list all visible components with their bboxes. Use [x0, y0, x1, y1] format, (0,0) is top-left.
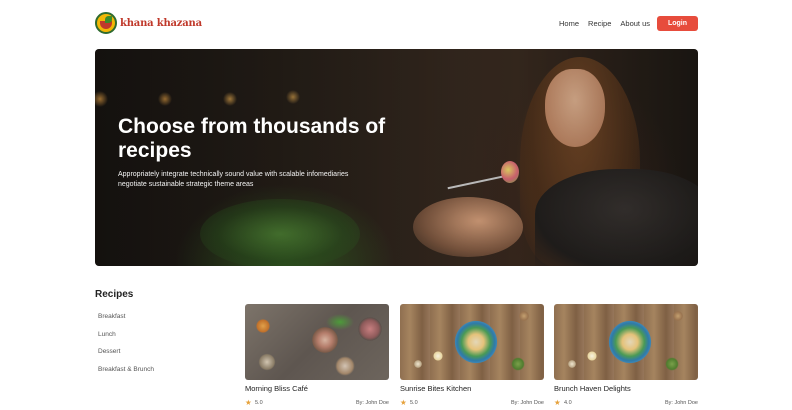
main-nav: Home Recipe About us	[559, 19, 650, 28]
category-breakfast-brunch[interactable]: Breakfast & Brunch	[95, 366, 225, 384]
recipe-card-author: By: John Doe	[355, 399, 389, 406]
sidebar-title: Recipes	[95, 289, 134, 300]
logo[interactable]: khana khazana	[95, 12, 202, 34]
nav-recipe-link[interactable]: Recipe	[588, 19, 611, 28]
logo-icon	[95, 12, 117, 34]
recipe-card-title[interactable]: Brunch Haven Delights	[554, 384, 631, 393]
hero-subtitle: Appropriately integrate technically soun…	[118, 171, 349, 188]
recipe-card[interactable]: Sunrise Bites Kitchen ★ 5.0 By: John Doe	[400, 304, 544, 407]
nav-home-link[interactable]: Home	[559, 19, 579, 28]
site-header: khana khazana Home Recipe About us Login	[0, 0, 792, 46]
category-lunch[interactable]: Lunch	[95, 331, 225, 349]
star-icon: ★	[400, 398, 407, 407]
star-icon: ★	[245, 398, 252, 407]
recipe-card-image[interactable]	[245, 304, 389, 380]
recipe-card-author: By: John Doe	[510, 399, 544, 406]
recipe-card-rating: 5.0	[410, 399, 418, 406]
recipe-card-rating: 5.0	[255, 399, 263, 406]
recipe-card-title[interactable]: Sunrise Bites Kitchen	[400, 384, 471, 393]
recipe-card-image[interactable]	[554, 304, 698, 380]
category-dessert[interactable]: Dessert	[95, 348, 225, 366]
hero-title: Choose from thousands of recipes	[118, 115, 386, 162]
recipe-card[interactable]: Brunch Haven Delights ★ 4.0 By: John Doe	[554, 304, 698, 407]
recipe-card-title[interactable]: Morning Bliss Café	[245, 384, 308, 393]
recipe-card-rating: 4.0	[564, 399, 572, 406]
recipe-card-image[interactable]	[400, 304, 544, 380]
nav-about-link[interactable]: About us	[620, 19, 650, 28]
category-list: Breakfast Lunch Dessert Breakfast & Brun…	[95, 313, 225, 383]
recipe-card-author: By: John Doe	[664, 399, 698, 406]
login-button[interactable]: Login	[657, 16, 698, 31]
recipe-card[interactable]: Morning Bliss Café ★ 5.0 By: John Doe	[245, 304, 389, 407]
recipe-card-meta: ★ 4.0 By: John Doe	[554, 399, 698, 407]
logo-text: khana khazana	[120, 17, 202, 29]
recipe-card-meta: ★ 5.0 By: John Doe	[245, 399, 389, 407]
recipe-card-meta: ★ 5.0 By: John Doe	[400, 399, 544, 407]
star-icon: ★	[554, 398, 561, 407]
hero-banner: Choose from thousands of recipes Appropr…	[95, 49, 698, 266]
category-breakfast[interactable]: Breakfast	[95, 313, 225, 331]
recipes-sidebar: Recipes Breakfast Lunch Dessert Breakfas…	[95, 289, 225, 383]
